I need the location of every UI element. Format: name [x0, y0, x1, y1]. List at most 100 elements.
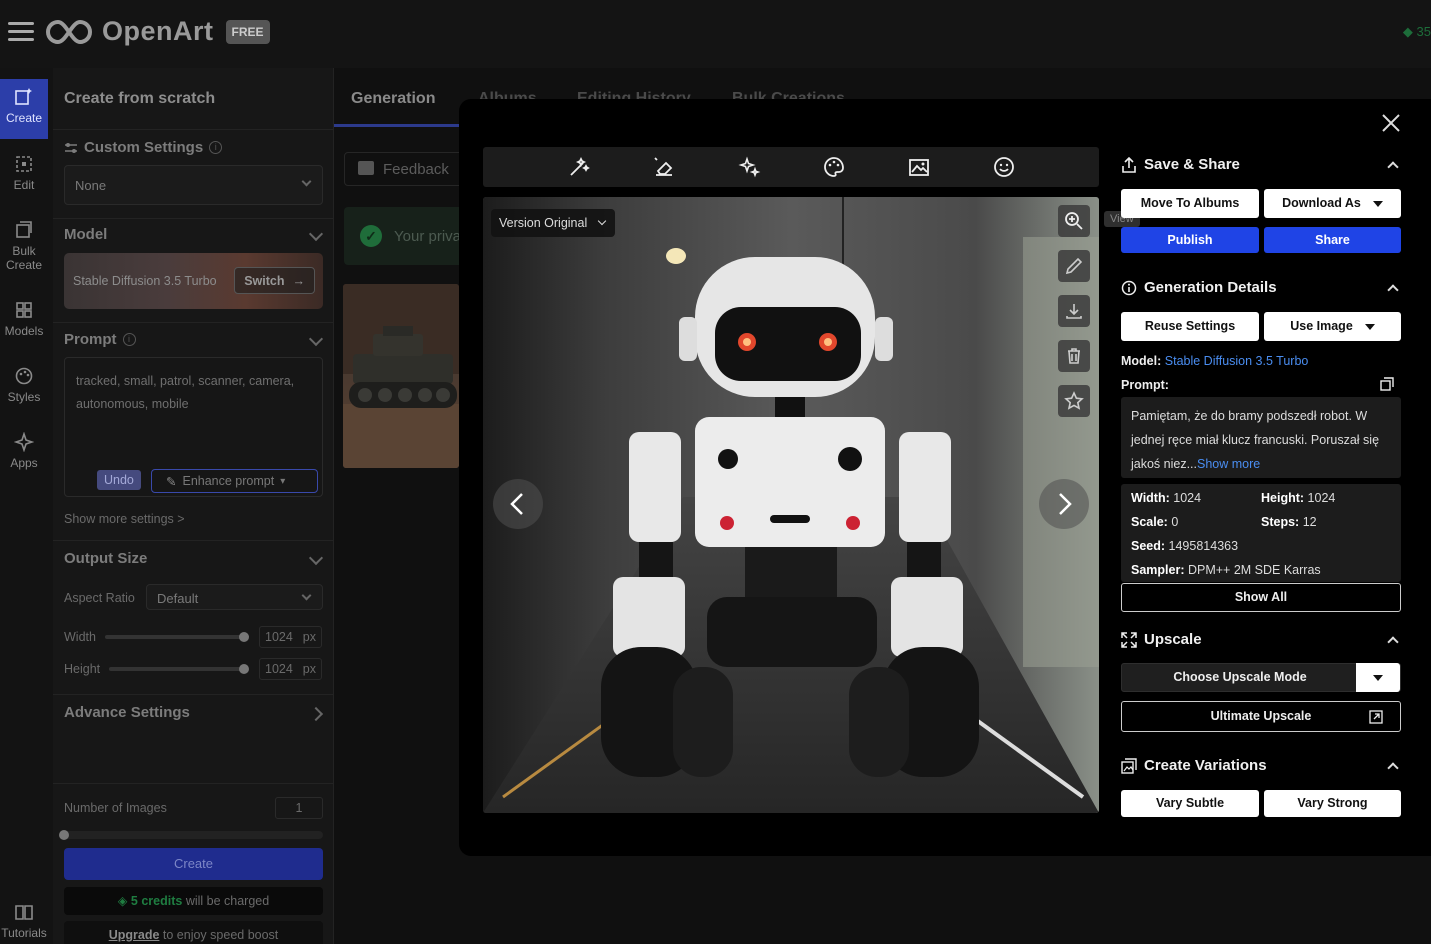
vary-strong-button[interactable]: Vary Strong — [1264, 790, 1401, 817]
copy-icon[interactable] — [1380, 377, 1394, 391]
model-label: Model — [64, 226, 108, 243]
param-value: 1495814363 — [1168, 539, 1239, 553]
logo[interactable]: OpenArt FREE — [44, 16, 270, 47]
num-images-input[interactable]: 1 — [275, 797, 323, 819]
param-value: 1024 — [1173, 491, 1202, 505]
rail-label: Apps — [10, 456, 38, 470]
palette-icon[interactable] — [822, 155, 846, 179]
width-slider[interactable] — [105, 635, 247, 639]
aspect-ratio-label: Aspect Ratio — [64, 591, 135, 605]
menu-icon[interactable] — [8, 22, 34, 42]
image-detail-modal: Version Original View Save & Share Move … — [459, 99, 1431, 856]
chevron-down-icon — [598, 216, 607, 226]
model-card[interactable]: Stable Diffusion 3.5 Turbo Switch → — [64, 253, 323, 309]
chevron-up-icon[interactable] — [1387, 161, 1399, 173]
generation-details-heading[interactable]: Generation Details — [1121, 279, 1277, 296]
styles-icon — [15, 367, 33, 385]
info-circle-icon — [1121, 280, 1137, 295]
rail-item-bulk-create[interactable]: Bulk Create — [0, 220, 48, 272]
chevron-right-icon[interactable] — [308, 706, 324, 722]
unit-label: px — [302, 662, 316, 676]
show-more-settings-link[interactable]: Show more settings > — [64, 512, 185, 526]
chevron-up-icon[interactable] — [1387, 762, 1399, 774]
sliders-icon — [65, 142, 77, 153]
icon-rail: Create Edit Bulk Create Models Styles Ap… — [0, 68, 53, 944]
width-value: 1024 — [265, 630, 293, 644]
delete-image-button[interactable] — [1058, 340, 1090, 372]
chevron-up-icon[interactable] — [1387, 284, 1399, 296]
feedback-button[interactable]: Feedback — [344, 152, 464, 186]
output-size-heading[interactable]: Output Size — [64, 550, 147, 567]
undo-button[interactable]: Undo — [97, 470, 141, 490]
height-slider[interactable] — [109, 667, 247, 671]
num-images-slider-thumb[interactable] — [59, 830, 69, 840]
move-to-albums-button[interactable]: Move To Albums — [1121, 189, 1259, 218]
switch-model-button[interactable]: Switch → — [234, 267, 315, 294]
share-upload-icon — [1122, 156, 1136, 173]
trash-icon — [1068, 348, 1080, 364]
show-more-link[interactable]: Show more — [1197, 457, 1260, 471]
rail-item-apps[interactable]: Apps — [0, 432, 48, 470]
width-input[interactable]: 1024 px — [259, 626, 322, 648]
upscale-mode-select[interactable]: Choose Upscale Mode — [1121, 663, 1401, 692]
favorite-button[interactable] — [1058, 385, 1090, 417]
zoom-button[interactable] — [1058, 205, 1090, 237]
create-variations-heading[interactable]: Create Variations — [1121, 757, 1267, 774]
rail-item-edit[interactable]: Edit — [0, 154, 48, 192]
generated-thumbnail[interactable] — [343, 284, 459, 468]
divider — [53, 540, 334, 541]
credits-indicator[interactable]: ◆ 35 — [1403, 24, 1431, 40]
upscale-heading[interactable]: Upscale — [1121, 631, 1202, 648]
model-heading[interactable]: Model — [64, 226, 107, 243]
main-image[interactable]: Version Original — [483, 197, 1099, 813]
download-as-button[interactable]: Download As — [1264, 189, 1401, 218]
edit-toolbar — [483, 147, 1099, 187]
rail-item-models[interactable]: Models — [0, 300, 48, 338]
chevron-down-icon[interactable] — [308, 331, 324, 347]
enhance-prompt-button[interactable]: ✎ Enhance prompt ▾ — [151, 469, 318, 493]
close-icon[interactable] — [1381, 113, 1401, 133]
model-info: Model: Stable Diffusion 3.5 Turbo — [1121, 354, 1308, 368]
vary-subtle-button[interactable]: Vary Subtle — [1121, 790, 1259, 817]
share-button[interactable]: Share — [1264, 227, 1401, 253]
create-icon — [15, 88, 32, 105]
eraser-icon[interactable] — [652, 155, 676, 179]
use-image-button[interactable]: Use Image — [1264, 312, 1401, 341]
width-slider-thumb[interactable] — [239, 632, 249, 642]
rail-item-create[interactable]: Create — [0, 79, 48, 139]
edit-image-button[interactable] — [1058, 250, 1090, 282]
chevron-down-icon[interactable] — [308, 226, 324, 242]
chevron-down-icon[interactable] — [308, 550, 324, 566]
save-share-heading[interactable]: Save & Share — [1121, 156, 1240, 173]
image-landscape-icon[interactable] — [907, 155, 931, 179]
model-info-link[interactable]: Stable Diffusion 3.5 Turbo — [1165, 354, 1309, 368]
ultimate-upscale-button[interactable]: Ultimate Upscale — [1121, 701, 1401, 732]
advance-settings-heading[interactable]: Advance Settings — [64, 704, 190, 721]
rail-item-styles[interactable]: Styles — [0, 366, 48, 404]
version-select[interactable]: Version Original — [491, 209, 616, 237]
create-button[interactable]: Create — [64, 848, 323, 880]
tab-generation[interactable]: Generation — [351, 90, 435, 108]
custom-settings-select[interactable]: None — [64, 165, 323, 205]
prompt-textarea[interactable]: tracked, small, patrol, scanner, camera,… — [64, 357, 323, 497]
aspect-ratio-select[interactable]: Default — [146, 584, 323, 610]
rail-item-tutorials[interactable]: Tutorials — [0, 902, 48, 940]
sparkles-icon[interactable] — [737, 155, 761, 179]
upscale-dropdown-toggle[interactable] — [1356, 663, 1400, 692]
height-slider-thumb[interactable] — [239, 664, 249, 674]
zoom-in-icon — [1065, 212, 1083, 230]
show-all-button[interactable]: Show All — [1121, 583, 1401, 612]
num-images-slider[interactable] — [64, 831, 323, 839]
face-icon[interactable] — [992, 155, 1016, 179]
download-image-button[interactable] — [1058, 295, 1090, 327]
height-input[interactable]: 1024 px — [259, 658, 322, 680]
upgrade-link[interactable]: Upgrade — [109, 928, 160, 942]
previous-image-button[interactable] — [493, 479, 543, 529]
reuse-settings-button[interactable]: Reuse Settings — [1121, 312, 1259, 341]
publish-button[interactable]: Publish — [1121, 227, 1259, 253]
next-image-button[interactable] — [1039, 479, 1089, 529]
magic-edit-icon[interactable] — [567, 155, 591, 179]
chevron-up-icon[interactable] — [1387, 636, 1399, 648]
param-value: 12 — [1302, 515, 1317, 529]
credits-info: ◈ 5 credits will be charged — [64, 887, 323, 915]
